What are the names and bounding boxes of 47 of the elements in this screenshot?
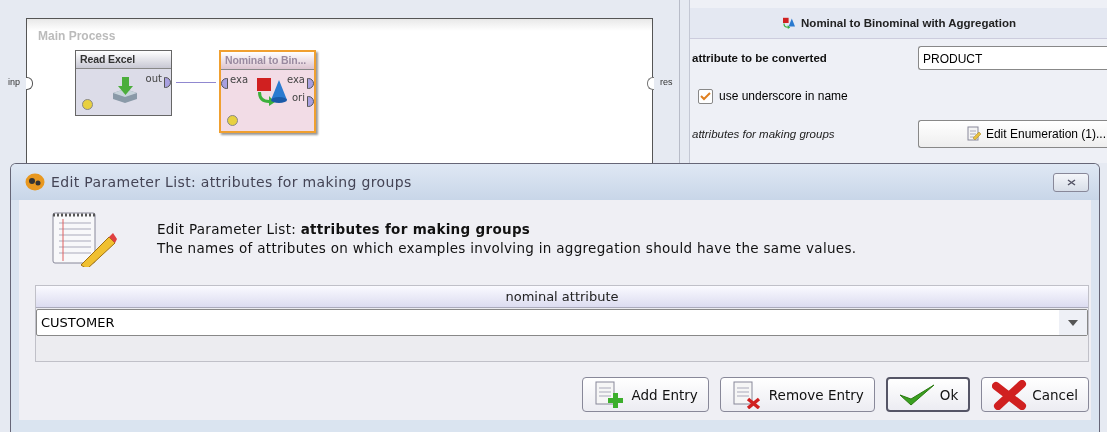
checkbox[interactable] <box>698 88 713 104</box>
gear-icon <box>25 173 45 191</box>
operator-title: Nominal to Bin... <box>225 54 307 66</box>
dialog-title: Edit Parameter List: attributes for making groups <box>51 174 412 190</box>
dialog-description: The names of attributes on which examples involving in aggregation should have the same values. <box>157 239 857 258</box>
add-button[interactable]: Add Entry <box>582 377 709 412</box>
output-port[interactable] <box>307 78 314 89</box>
notepad-icon <box>965 126 982 142</box>
port-label: exa <box>230 74 249 85</box>
caret-icon <box>1068 319 1078 326</box>
port-label: res <box>660 77 673 87</box>
close-button[interactable] <box>1053 172 1089 192</box>
output-port[interactable] <box>164 77 171 88</box>
port-label: ori <box>292 92 305 103</box>
checkbox-label: use underscore in name <box>719 89 848 103</box>
download-icon <box>110 75 140 105</box>
input-port[interactable] <box>26 77 33 90</box>
status-dot <box>82 99 93 110</box>
operator-node[interactable]: Read Excel out <box>75 50 172 116</box>
port-label: out <box>145 73 162 84</box>
edit-enumeration-button[interactable]: Edit Enumeration (1)... <box>918 120 1107 148</box>
parameter-label: attribute to be converted <box>692 52 828 64</box>
check-icon <box>897 382 936 407</box>
shapes-icon <box>255 76 289 106</box>
cancel-button[interactable]: Cancel <box>981 377 1089 412</box>
close-icon <box>1066 178 1076 186</box>
parameter-label: attributes for making groups <box>692 128 836 140</box>
operator-node[interactable]: Nominal to Bin... exa exa ori <box>219 50 316 133</box>
operator-title: Nominal to Binominal with Aggregation <box>801 17 1016 29</box>
result-port[interactable] <box>647 77 654 90</box>
dialog-heading: Edit Parameter List: attributes for making groups <box>157 220 532 239</box>
column-header: nominal attribute <box>36 286 1088 308</box>
operator-title: Read Excel <box>80 53 136 65</box>
input-port[interactable] <box>221 78 228 89</box>
text-field[interactable]: PRODUCT <box>918 46 1107 70</box>
output-port[interactable] <box>307 96 314 107</box>
connection-line <box>176 82 216 83</box>
status-dot <box>227 115 238 126</box>
notepad-icon <box>49 211 117 267</box>
port-label: exa <box>286 74 305 85</box>
process-title: Main Process <box>38 29 116 43</box>
close-icon <box>992 379 1029 410</box>
dropdown[interactable]: CUSTOMER <box>36 309 1088 336</box>
remove-button[interactable]: Remove Entry <box>719 377 875 412</box>
shapes-icon <box>781 17 798 29</box>
ok-button[interactable]: Ok <box>885 377 971 412</box>
port-label: inp <box>8 77 20 87</box>
